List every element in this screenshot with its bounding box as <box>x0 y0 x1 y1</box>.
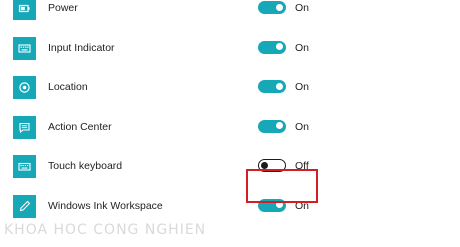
setting-label: Power <box>48 2 78 14</box>
toggle-knob <box>276 43 283 50</box>
setting-row-windows-ink-workspace: Windows Ink Workspace On <box>0 192 460 232</box>
power-icon <box>13 0 36 20</box>
setting-label: Input Indicator <box>48 41 115 54</box>
toggle-state: On <box>295 81 310 93</box>
setting-row-action-center: Action Center On <box>0 113 460 153</box>
setting-row-touch-keyboard: Touch keyboard Off <box>0 152 460 192</box>
setting-row-input-indicator: Input Indicator On <box>0 34 460 74</box>
pen-icon <box>13 194 36 218</box>
power-toggle[interactable] <box>258 1 286 14</box>
toggle-state: On <box>295 41 310 54</box>
setting-label: Touch keyboard <box>48 160 123 172</box>
toggle-knob <box>261 161 268 169</box>
setting-label: Action Center <box>48 120 112 133</box>
system-icons-list: Power On Input Indicator On Location On … <box>0 0 460 231</box>
toggle-knob <box>276 122 283 129</box>
highlight-box <box>246 169 318 203</box>
action-center-toggle[interactable] <box>258 119 286 133</box>
location-toggle[interactable] <box>258 80 286 93</box>
toggle-knob <box>276 82 283 90</box>
toggle-state: On <box>295 2 310 14</box>
toggle-knob <box>276 3 283 11</box>
setting-row-location: Location On <box>0 73 460 113</box>
setting-label: Location <box>48 81 88 93</box>
touch-keyboard-icon <box>13 155 36 178</box>
input-indicator-toggle[interactable] <box>258 40 286 54</box>
action-center-icon <box>13 115 36 139</box>
location-icon <box>13 76 36 99</box>
setting-label: Windows Ink Workspace <box>48 199 163 212</box>
keyboard-icon <box>13 36 36 60</box>
setting-row-power: Power On <box>0 0 460 34</box>
toggle-state: On <box>295 120 310 133</box>
